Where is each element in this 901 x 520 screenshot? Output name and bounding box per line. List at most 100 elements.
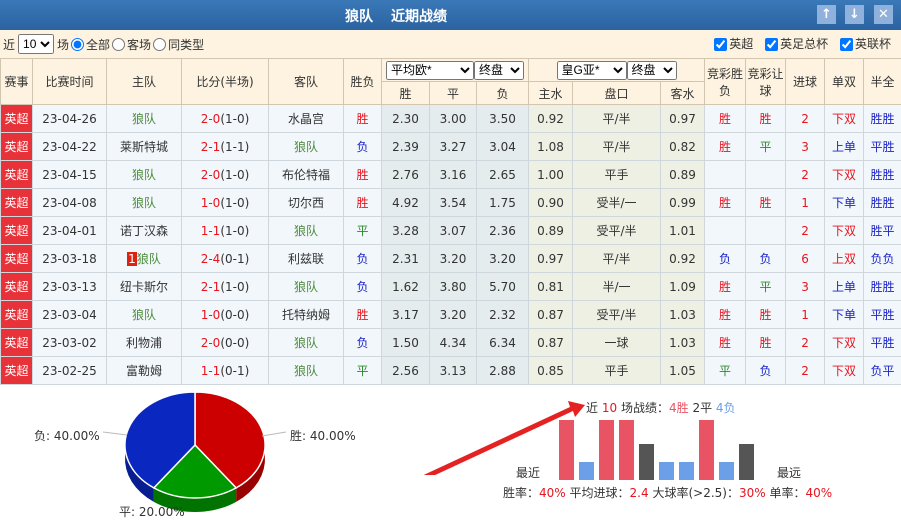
jc-result-cell: 平	[705, 357, 746, 385]
home-team[interactable]: 诺丁汉森	[120, 224, 168, 238]
header-win: 胜	[382, 82, 430, 105]
euro-lose-cell: 1.75	[477, 189, 529, 217]
score-cell[interactable]: 1-1(0-1)	[182, 357, 269, 385]
score-cell[interactable]: 2-0(1-0)	[182, 161, 269, 189]
away-team: 利兹联	[288, 252, 324, 266]
date-cell: 23-03-04	[33, 301, 107, 329]
league-cell[interactable]: 英超	[1, 245, 33, 273]
win-rate: 40%	[539, 486, 566, 500]
home-team-cell[interactable]: 诺丁汉森	[107, 217, 182, 245]
home-team[interactable]: 富勒姆	[126, 364, 162, 378]
result-cell: 胜	[344, 105, 382, 133]
checkbox-premier-league[interactable]: 英超	[712, 37, 753, 51]
league-cell[interactable]: 英超	[1, 217, 33, 245]
close-icon[interactable]: ✕	[874, 5, 893, 24]
home-team-cell[interactable]: 狼队	[107, 161, 182, 189]
score: 2-1	[201, 140, 221, 154]
table-row: 英超 23-04-01 诺丁汉森 1-1(1-0) 狼队 平 3.28 3.07…	[1, 217, 901, 245]
away-team-cell[interactable]: 狼队	[269, 273, 344, 301]
half-score: (1-0)	[220, 196, 249, 210]
home-team-cell[interactable]: 纽卡斯尔	[107, 273, 182, 301]
league-cell[interactable]: 英超	[1, 161, 33, 189]
away-team-cell[interactable]: 布伦特福	[269, 161, 344, 189]
away-team-cell[interactable]: 托特纳姆	[269, 301, 344, 329]
arrow-down-icon[interactable]: ↓	[845, 5, 864, 24]
euro-win-cell: 3.17	[382, 301, 430, 329]
home-water-cell: 0.87	[529, 301, 573, 329]
euro-stage-select[interactable]: 终盘	[474, 61, 524, 80]
home-team-cell[interactable]: 狼队	[107, 189, 182, 217]
match-count-select[interactable]: 10	[18, 34, 54, 54]
checkbox-fa-cup[interactable]: 英足总杯	[763, 37, 828, 51]
home-water-cell: 1.08	[529, 133, 573, 161]
arrow-up-icon[interactable]: ↑	[817, 5, 836, 24]
league-cell[interactable]: 英超	[1, 329, 33, 357]
score-cell[interactable]: 2-4(0-1)	[182, 245, 269, 273]
away-team-cell[interactable]: 狼队	[269, 217, 344, 245]
checkbox-league-cup[interactable]: 英联杯	[838, 37, 891, 51]
score-cell[interactable]: 1-1(1-0)	[182, 217, 269, 245]
away-team-cell[interactable]: 狼队	[269, 357, 344, 385]
radio-all[interactable]	[71, 38, 84, 51]
score-cell[interactable]: 2-0(0-0)	[182, 329, 269, 357]
score-cell[interactable]: 2-1(1-0)	[182, 273, 269, 301]
unit-label: 场	[57, 36, 69, 53]
away-team-cell[interactable]: 水晶宫	[269, 105, 344, 133]
euro-win-cell: 2.56	[382, 357, 430, 385]
score-cell[interactable]: 2-1(1-1)	[182, 133, 269, 161]
home-team-cell[interactable]: 利物浦	[107, 329, 182, 357]
radio-away[interactable]	[112, 38, 125, 51]
away-water-cell: 1.01	[661, 217, 705, 245]
home-team[interactable]: 纽卡斯尔	[120, 280, 168, 294]
league-cell[interactable]: 英超	[1, 357, 33, 385]
result-bar	[619, 420, 634, 480]
league-cell[interactable]: 英超	[1, 189, 33, 217]
euro-lose-cell: 2.88	[477, 357, 529, 385]
home-team-cell[interactable]: 狼队	[107, 301, 182, 329]
home-team-cell[interactable]: 1狼队	[107, 245, 182, 273]
league-cell[interactable]: 英超	[1, 273, 33, 301]
league-cell[interactable]: 英超	[1, 301, 33, 329]
home-team[interactable]: 狼队	[132, 308, 156, 322]
table-row: 英超 23-03-04 狼队 1-0(0-0) 托特纳姆 胜 3.17 3.20…	[1, 301, 901, 329]
league-cell[interactable]: 英超	[1, 133, 33, 161]
home-team[interactable]: 利物浦	[126, 336, 162, 350]
away-team: 狼队	[294, 364, 318, 378]
jc-handicap-cell: 平	[746, 133, 786, 161]
home-team-cell[interactable]: 富勒姆	[107, 357, 182, 385]
half-full-cell: 平胜	[864, 329, 901, 357]
near-label: 近	[3, 36, 15, 53]
away-water-cell: 0.89	[661, 161, 705, 189]
jc-handicap-cell: 负	[746, 245, 786, 273]
radio-same-type[interactable]	[153, 38, 166, 51]
home-team[interactable]: 狼队	[132, 112, 156, 126]
avg-goals: 2.4	[630, 486, 649, 500]
euro-company-select[interactable]: 平均欧*	[386, 61, 474, 80]
league-cell[interactable]: 英超	[1, 105, 33, 133]
asia-company-select[interactable]: 皇G亚*	[557, 61, 627, 80]
home-team[interactable]: 莱斯特城	[120, 140, 168, 154]
jc-result-cell: 负	[705, 245, 746, 273]
home-team-cell[interactable]: 狼队	[107, 105, 182, 133]
home-team[interactable]: 狼队	[132, 196, 156, 210]
home-team[interactable]: 狼队	[132, 168, 156, 182]
date-cell: 23-03-18	[33, 245, 107, 273]
score-cell[interactable]: 1-0(1-0)	[182, 189, 269, 217]
oddeven-cell: 下双	[825, 329, 864, 357]
asia-stage-select[interactable]: 终盘	[627, 61, 677, 80]
euro-draw-cell: 3.54	[430, 189, 477, 217]
home-team-cell[interactable]: 莱斯特城	[107, 133, 182, 161]
handicap-cell: 一球	[573, 329, 661, 357]
jc-handicap-cell: 负	[746, 357, 786, 385]
home-team[interactable]: 狼队	[137, 252, 161, 266]
goals-cell: 2	[786, 357, 825, 385]
euro-lose-cell: 3.20	[477, 245, 529, 273]
away-team-cell[interactable]: 狼队	[269, 133, 344, 161]
away-team-cell[interactable]: 狼队	[269, 329, 344, 357]
score-cell[interactable]: 2-0(1-0)	[182, 105, 269, 133]
away-team-cell[interactable]: 利兹联	[269, 245, 344, 273]
away-team-cell[interactable]: 切尔西	[269, 189, 344, 217]
header-jc-handicap: 竞彩让球	[746, 59, 786, 105]
score-cell[interactable]: 1-0(0-0)	[182, 301, 269, 329]
score: 2-1	[201, 280, 221, 294]
